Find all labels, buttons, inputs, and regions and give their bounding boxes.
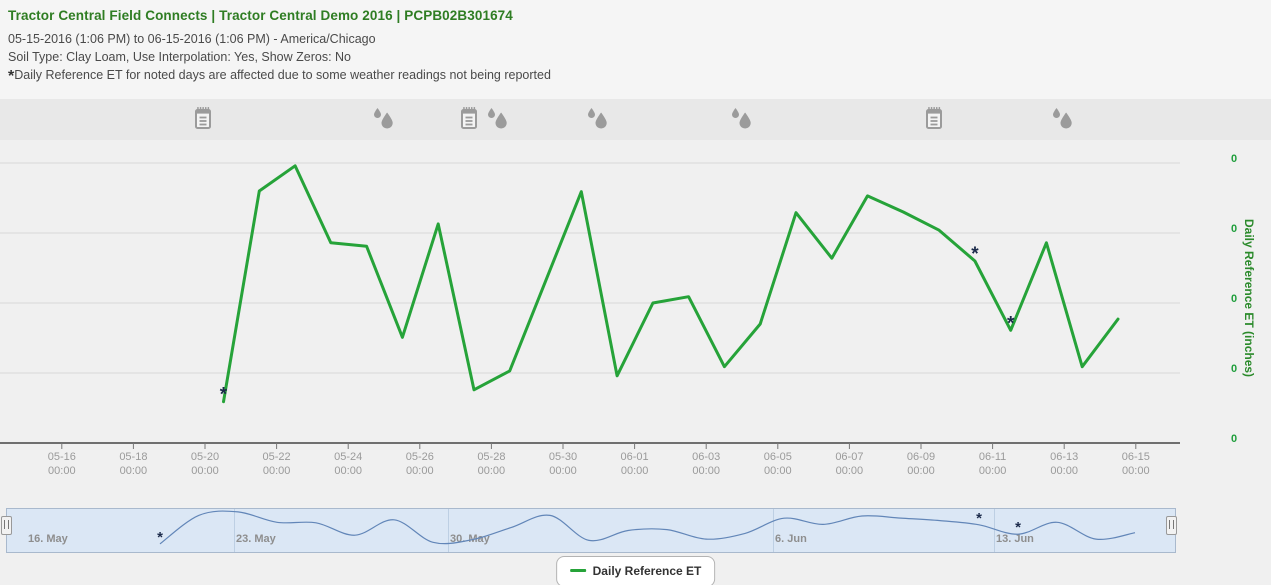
precipitation-icon (374, 108, 393, 129)
legend-line-swatch (569, 569, 586, 572)
x-axis-label: 06-13 00:00 (1050, 451, 1079, 477)
x-axis-label: 06-05 00:00 (763, 451, 792, 477)
report-settings: Soil Type: Clay Loam, Use Interpolation:… (8, 50, 352, 64)
report-footnote: *Daily Reference ET for noted days are a… (8, 68, 551, 85)
navigator-date-label: 30. May (450, 533, 490, 545)
flagged-day-marker[interactable]: * (220, 385, 228, 406)
precipitation-icon[interactable] (586, 106, 610, 132)
handle-grip-icon (4, 520, 9, 529)
precipitation-icon[interactable] (486, 106, 510, 132)
precipitation-icon (488, 108, 507, 129)
x-axis-label: 05-28 00:00 (477, 451, 506, 477)
flagged-day-marker[interactable]: * (971, 244, 979, 265)
precipitation-icon (588, 108, 607, 129)
report-header: Tractor Central Field Connects | Tractor… (8, 8, 551, 85)
x-axis-label: 05-26 00:00 (405, 451, 434, 477)
navigator-gridline (234, 509, 235, 552)
x-axis-label: 05-18 00:00 (119, 451, 148, 477)
precipitation-icon[interactable] (730, 106, 754, 132)
precipitation-icon (732, 108, 751, 129)
handle-grip-icon (1169, 520, 1174, 529)
legend-label: Daily Reference ET (592, 564, 702, 578)
precipitation-icon[interactable] (372, 106, 396, 132)
notes-icon[interactable] (191, 106, 215, 132)
navigator-left-handle[interactable] (1, 516, 12, 535)
navigator-gridline (448, 509, 449, 552)
x-axis-label: 06-01 00:00 (620, 451, 649, 477)
page-title: Tractor Central Field Connects | Tractor… (8, 8, 513, 23)
x-axis-label: 06-15 00:00 (1121, 451, 1150, 477)
et-report-page: Tractor Central Field Connects | Tractor… (0, 0, 1271, 585)
x-axis-label: 05-30 00:00 (548, 451, 578, 477)
navigator-date-label: 16. May (28, 533, 68, 545)
x-axis-label: 05-24 00:00 (334, 451, 363, 477)
y-axis-title: Daily Reference ET (inches) (1242, 218, 1256, 378)
precipitation-icon (1053, 108, 1072, 129)
navigator-date-label: 13. Jun (996, 533, 1034, 545)
footnote-text: Daily Reference ET for noted days are af… (14, 68, 551, 82)
x-axis-label: 06-11 00:00 (978, 451, 1007, 477)
x-axis-label: 05-20 00:00 (190, 451, 220, 477)
navigator-gridline (994, 509, 995, 552)
notes-icon (195, 107, 211, 129)
notes-icon (461, 107, 477, 129)
et-series-line[interactable] (222, 164, 1120, 404)
flagged-day-marker[interactable]: * (1007, 313, 1015, 334)
notes-icon[interactable] (457, 106, 481, 132)
navigator-date-label: 6. Jun (775, 533, 807, 545)
x-axis-label: 05-16 00:00 (47, 451, 76, 477)
navigator-date-label: 23. May (236, 533, 276, 545)
navigator-gridline (773, 509, 774, 552)
x-axis-label: 05-22 00:00 (262, 451, 291, 477)
legend[interactable]: Daily Reference ET (555, 556, 716, 585)
x-axis-label: 06-03 00:00 (692, 451, 721, 477)
precipitation-icon[interactable] (1051, 106, 1075, 132)
notes-icon (926, 107, 942, 129)
x-axis-label: 06-09 00:00 (906, 451, 936, 477)
report-date-range: 05-15-2016 (1:06 PM) to 06-15-2016 (1:06… (8, 32, 376, 46)
x-axis-label: 06-07 00:00 (835, 451, 864, 477)
notes-icon[interactable] (922, 106, 946, 132)
navigator-right-handle[interactable] (1166, 516, 1177, 535)
navigator[interactable] (6, 508, 1176, 553)
